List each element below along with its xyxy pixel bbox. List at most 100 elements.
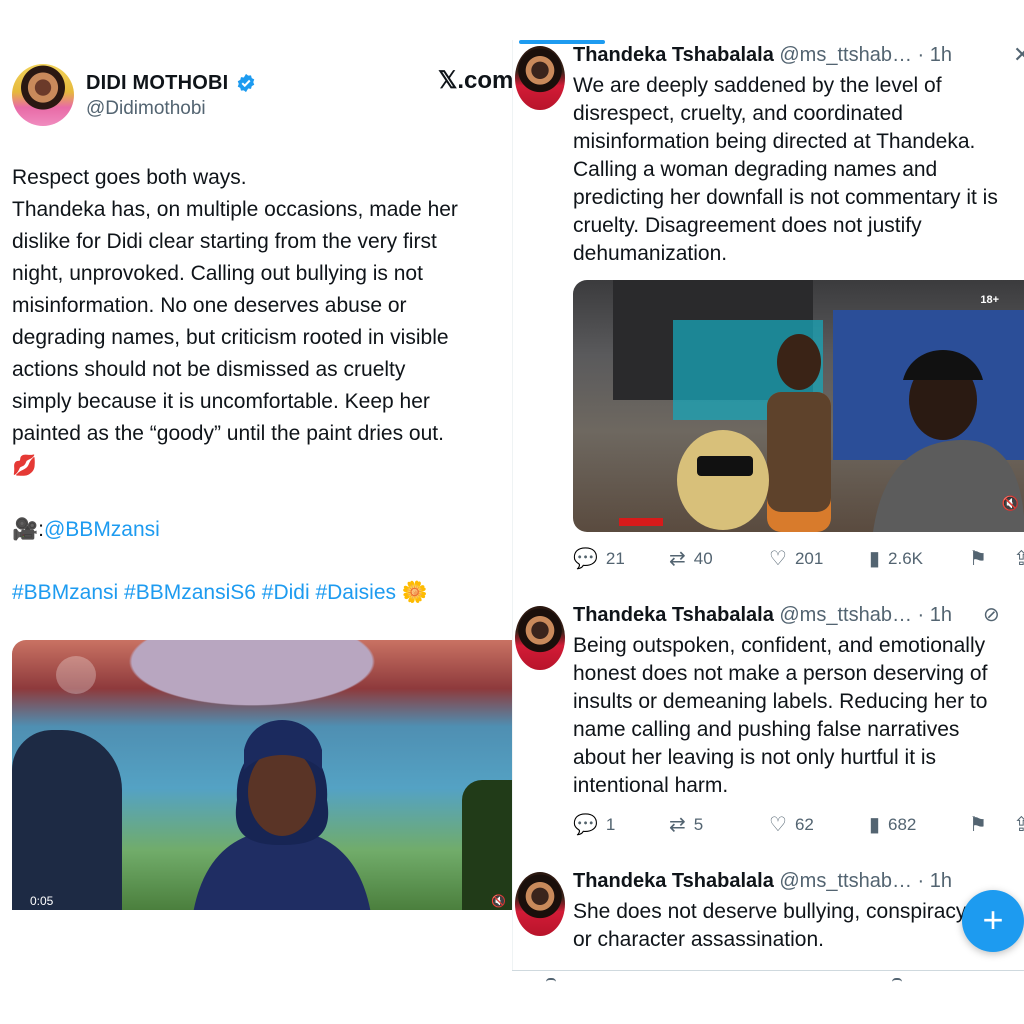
video-subject [193,720,371,910]
heart-icon: ♡ [769,548,787,570]
avatar[interactable] [515,606,565,670]
author-name[interactable]: Thandeka Tshabalala [573,604,774,626]
bookmark-button[interactable]: ⚑ [969,546,987,571]
tweet-line: She does not deserve bullying, conspirac… [573,900,967,923]
tweet-line: painted as the “goody” until the paint d… [12,422,444,445]
avatar[interactable] [515,872,565,936]
reply-button[interactable]: 💬 21 [573,546,625,571]
tweet-line: intentional harm. [573,774,729,797]
repost-count: 5 [693,814,704,834]
author-handle[interactable]: @Didimothobi [86,98,206,120]
tweet-header: Thandeka Tshabalala @ms_ttshab… · 1h [573,44,952,67]
tweet-line: about her leaving is not only hurtful it… [573,746,937,769]
reply-count: 1 [605,814,616,834]
tweet-line: simply because it is uncomfortable. Keep… [12,390,430,413]
bookmark-button[interactable]: ⚑ [969,812,987,837]
video-player[interactable]: 18+ 🔇 [573,280,1024,532]
repost-icon: ⇄ [669,548,686,570]
verified-badge-icon [237,73,255,93]
bookmark-icon: ⚑ [969,548,987,570]
background-plant [462,780,512,910]
reply-count: 21 [605,548,625,568]
tweet-line: Respect goes both ways. [12,166,247,189]
tweet-text: We are deeply saddened by the level of d… [573,72,1024,268]
like-button[interactable]: ♡ 62 [769,812,814,837]
credit-mention-link[interactable]: @BBMzansi [44,518,160,541]
live-indicator [619,518,663,526]
views-button[interactable]: ▮ 682 [869,812,916,837]
like-count: 201 [794,548,824,568]
handle-and-time: @ms_ttshab… · 1h [779,604,952,626]
bottom-nav-divider [512,970,1024,971]
reply-icon: 💬 [573,814,598,836]
avatar[interactable] [12,64,74,126]
nav-notifications-icon[interactable] [892,978,902,984]
tweet-line: actions should not be dismissed as cruel… [12,358,406,381]
tweet-line: cruelty. Disagreement does not justify [573,214,922,237]
share-icon: ⇪ [1013,812,1024,837]
handle-and-time: @ms_ttshab… · 1h [779,870,952,892]
tweet-line: name calling and pushing false narrative… [573,718,960,741]
avatar[interactable] [515,46,565,110]
like-button[interactable]: ♡ 201 [769,546,823,571]
tweet-line: dislike for Didi clear starting from the… [12,230,437,253]
tweet-line: We are deeply saddened by the level of [573,74,942,97]
compose-button[interactable]: + [962,890,1024,952]
view-count: 682 [888,814,917,834]
tweet-text: Respect goes both ways. Thandeka has, on… [12,162,508,482]
views-icon: ▮ [869,814,881,836]
lips-emoji-icon: 💋 [12,455,37,477]
tweet-header: Thandeka Tshabalala @ms_ttshab… · 1h [573,870,952,893]
right-thread-panel: Thandeka Tshabalala @ms_ttshab… · 1h ✕ W… [512,40,1024,970]
author-name[interactable]: Thandeka Tshabalala [573,44,774,66]
tweet-line: Calling a woman degrading names and [573,158,938,181]
nav-home-icon[interactable] [546,978,556,984]
tweet-line: honest does not make a person deserving … [573,662,988,685]
bookmark-icon: ⚑ [969,814,987,836]
tweet-header: Thandeka Tshabalala @ms_ttshab… · 1h [573,604,952,627]
author-name[interactable]: DIDI MOTHOBI [86,72,228,95]
video-player[interactable]: 0:05 🔇 [12,640,512,910]
views-button[interactable]: ▮ 2.6K [869,546,923,571]
grok-icon[interactable]: ⊘ [983,602,1000,627]
background-person-left [12,730,122,910]
tweet-line: dehumanization. [573,242,728,265]
tweet-line: Thandeka has, on multiple occasions, mad… [12,198,458,221]
hashtags: #BBMzansi #BBMzansiS6 #Didi #Daisies 🌼 [12,577,428,609]
tweet-line: night, unprovoked. Calling out bullying … [12,262,423,285]
repost-button[interactable]: ⇄ 5 [669,812,703,837]
repost-icon: ⇄ [669,814,686,836]
tweet-line: misinformation being directed at Thandek… [573,130,976,153]
close-icon[interactable]: ✕ [1013,42,1024,68]
video-credit: 🎥:@BBMzansi [12,514,160,546]
camera-emoji-icon: 🎥: [12,518,44,541]
tweet-actions: 💬 21 ⇄ 40 ♡ 201 ▮ 2.6K ⚑ ⇪ [573,546,1024,572]
repost-count: 40 [693,548,713,568]
tweet-line: Being outspoken, confident, and emotiona… [573,634,986,657]
handle-and-time: @ms_ttshab… · 1h [779,44,952,66]
x-logo-watermark: 𝕏.com [438,67,512,94]
like-count: 62 [794,814,814,834]
tweet-text: Being outspoken, confident, and emotiona… [573,632,1024,800]
reply-button[interactable]: 💬 1 [573,812,615,837]
tweet-line: misinformation. No one deserves abuse or [12,294,407,317]
views-icon: ▮ [869,548,881,570]
tweet-text: She does not deserve bullying, conspirac… [573,898,1024,954]
reply-icon: 💬 [573,548,598,570]
tweet-actions: 💬 1 ⇄ 5 ♡ 62 ▮ 682 ⚑ ⇪ [573,812,1024,838]
hashtag-links[interactable]: #BBMzansi #BBMzansiS6 #Didi #Daisies [12,581,396,604]
video-subject-front [677,430,769,530]
video-timestamp: 0:05 [30,894,54,908]
mute-icon[interactable]: 🔇 [1002,495,1019,512]
mute-icon[interactable]: 🔇 [491,894,506,908]
author-name[interactable]: Thandeka Tshabalala [573,870,774,892]
share-button[interactable]: ⇪ [1013,812,1024,837]
share-button[interactable]: ⇪ [1013,546,1024,571]
tweet-line: or character assassination. [573,928,824,951]
age-rating-badge: 18+ [980,294,999,306]
tweet-line: insults or demeaning labels. Reducing he… [573,690,988,713]
repost-button[interactable]: ⇄ 40 [669,546,713,571]
tweet-line: predicting her downfall is not commentar… [573,186,998,209]
tweet-line: degrading names, but criticism rooted in… [12,326,449,349]
show-logo-icon [56,656,96,694]
